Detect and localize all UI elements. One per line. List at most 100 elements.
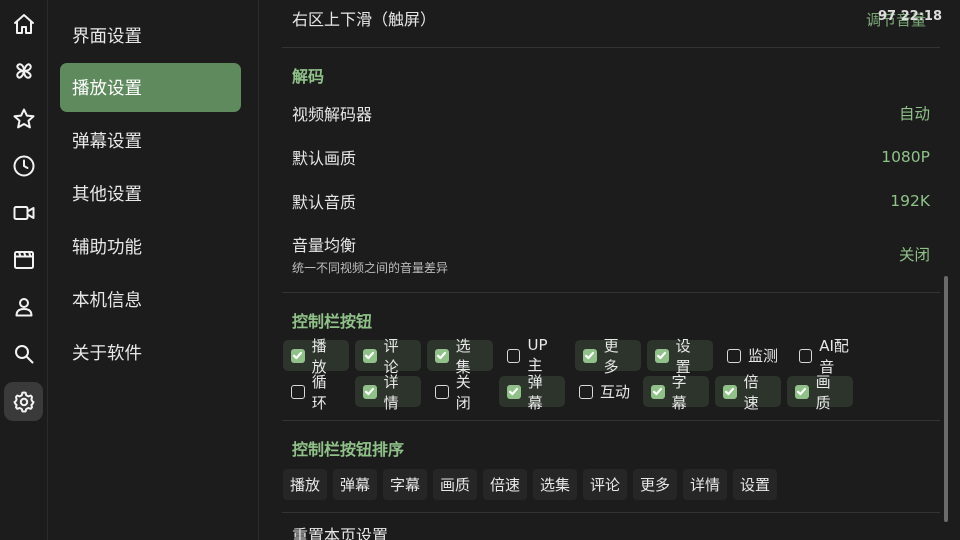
sort-chip[interactable]: 弹幕 xyxy=(333,469,377,500)
checkbox-checked-icon[interactable] xyxy=(655,348,669,363)
favorites-button[interactable] xyxy=(4,99,43,138)
checkbox-checked-icon[interactable] xyxy=(291,348,305,363)
live-button[interactable] xyxy=(4,193,43,232)
chip-label: 关闭 xyxy=(455,372,471,412)
setting-value: 192K xyxy=(890,192,930,210)
menu-item-label: 其他设置 xyxy=(72,185,142,205)
setting-volume-balance[interactable]: 音量均衡 统一不同视频之间的音量差异 关闭 xyxy=(282,232,940,276)
chip-label: 字幕 xyxy=(671,372,687,412)
gear-icon xyxy=(13,391,34,412)
menu-item-other[interactable]: 其他设置 xyxy=(60,169,241,218)
control-button-chip[interactable]: 关闭 xyxy=(427,373,493,412)
checkbox-unchecked-icon[interactable] xyxy=(507,348,521,363)
menu-item-label: 关于软件 xyxy=(72,344,142,364)
control-button-chip[interactable]: 倍速 xyxy=(715,373,781,412)
control-button-chip[interactable]: 详情 xyxy=(355,373,421,412)
setting-label: 重置本页设置 xyxy=(292,526,389,540)
control-button-chip[interactable]: 循环 xyxy=(283,373,349,412)
checkbox-unchecked-icon[interactable] xyxy=(799,348,813,363)
star-icon xyxy=(13,108,34,128)
control-button-chip[interactable]: 弹幕 xyxy=(499,373,565,412)
chip-label: 倍速 xyxy=(743,372,759,412)
menu-item-label: 辅助功能 xyxy=(72,238,142,258)
chip-label: 弹幕 xyxy=(527,372,543,412)
chip-label: 循环 xyxy=(311,372,327,412)
checkbox-checked-icon[interactable] xyxy=(795,384,809,399)
clock-icon xyxy=(13,155,34,176)
setting-right-swipe[interactable]: 右区上下滑（触屏） 调节音量 xyxy=(282,4,940,32)
search-button[interactable] xyxy=(4,334,43,373)
sort-chip[interactable]: 播放 xyxy=(283,469,327,500)
checkbox-checked-icon[interactable] xyxy=(363,384,377,399)
menu-item-label: 本机信息 xyxy=(72,291,142,311)
home-icon xyxy=(13,13,34,34)
menu-item-danmaku[interactable]: 弹幕设置 xyxy=(60,116,241,165)
control-button-chip[interactable]: 更多 xyxy=(575,337,641,376)
control-button-chip[interactable]: 设置 xyxy=(647,337,713,376)
section-title-sort: 控制栏按钮排序 xyxy=(292,440,405,459)
setting-video-decoder[interactable]: 视频解码器 自动 xyxy=(282,98,940,128)
checkbox-unchecked-icon[interactable] xyxy=(579,384,593,399)
profile-button[interactable] xyxy=(4,287,43,326)
control-button-chip[interactable]: 评论 xyxy=(355,337,421,376)
control-button-chip[interactable]: 画质 xyxy=(787,373,853,412)
control-button-chip[interactable]: 选集 xyxy=(427,337,493,376)
person-icon xyxy=(15,297,32,316)
checkbox-checked-icon[interactable] xyxy=(651,384,665,399)
sort-chip[interactable]: 倍速 xyxy=(483,469,527,500)
checkbox-unchecked-icon[interactable] xyxy=(435,384,449,399)
checkbox-unchecked-icon[interactable] xyxy=(291,384,305,399)
checkbox-checked-icon[interactable] xyxy=(723,384,737,399)
sort-chip[interactable]: 画质 xyxy=(433,469,477,500)
settings-button[interactable] xyxy=(4,382,43,421)
setting-value: 自动 xyxy=(898,105,930,123)
setting-reset-page[interactable]: 重置本页设置 xyxy=(282,522,940,540)
home-button[interactable] xyxy=(4,4,43,43)
setting-default-audio[interactable]: 默认音质 192K xyxy=(282,186,940,216)
history-button[interactable] xyxy=(4,146,43,185)
setting-value: 关闭 xyxy=(898,246,930,264)
checkbox-checked-icon[interactable] xyxy=(363,348,377,363)
checkbox-checked-icon[interactable] xyxy=(507,384,521,399)
menu-item-accessibility[interactable]: 辅助功能 xyxy=(60,222,241,271)
icon-rail xyxy=(0,0,48,540)
pinwheel-button[interactable] xyxy=(4,51,43,90)
sort-chip[interactable]: 更多 xyxy=(633,469,677,500)
sort-chip[interactable]: 选集 xyxy=(533,469,577,500)
menu-item-label: 界面设置 xyxy=(72,27,142,47)
menu-item-label: 弹幕设置 xyxy=(72,132,142,152)
divider xyxy=(282,47,940,48)
menu-item-about[interactable]: 关于软件 xyxy=(60,328,241,377)
setting-label: 默认画质 xyxy=(292,149,357,168)
scrollbar[interactable] xyxy=(944,276,948,522)
checkbox-checked-icon[interactable] xyxy=(583,348,597,363)
control-button-chip[interactable]: 监测 xyxy=(719,340,787,371)
setting-text: 音量均衡 统一不同视频之间的音量差异 xyxy=(292,232,448,276)
chip-label: 画质 xyxy=(815,372,831,412)
menu-item-device-info[interactable]: 本机信息 xyxy=(60,275,241,324)
control-button-chip[interactable]: AI配音 xyxy=(791,337,869,376)
checkbox-checked-icon[interactable] xyxy=(435,348,449,363)
sort-chip[interactable]: 详情 xyxy=(683,469,727,500)
film-icon xyxy=(13,250,34,269)
checkbox-unchecked-icon[interactable] xyxy=(727,348,741,363)
control-button-chip[interactable]: 互动 xyxy=(571,376,639,407)
setting-default-quality[interactable]: 默认画质 1080P xyxy=(282,142,940,172)
sort-chip[interactable]: 评论 xyxy=(583,469,627,500)
film-button[interactable] xyxy=(4,240,43,279)
menu-item-label: 播放设置 xyxy=(72,79,142,99)
sort-chip[interactable]: 设置 xyxy=(733,469,777,500)
chip-label: 详情 xyxy=(383,372,399,412)
setting-label: 视频解码器 xyxy=(292,105,373,124)
control-button-chip[interactable]: 播放 xyxy=(283,337,349,376)
section-title-decode: 解码 xyxy=(292,67,325,86)
search-icon xyxy=(14,344,33,363)
menu-item-interface[interactable]: 界面设置 xyxy=(60,11,241,60)
setting-label: 右区上下滑（触屏） xyxy=(292,10,437,29)
sort-chip[interactable]: 字幕 xyxy=(383,469,427,500)
menu-item-playback[interactable]: 播放设置 xyxy=(60,63,241,112)
control-button-chip[interactable]: UP主 xyxy=(499,336,569,374)
pinwheel-icon xyxy=(15,62,32,79)
control-button-chip[interactable]: 字幕 xyxy=(643,373,709,412)
divider xyxy=(282,292,940,293)
